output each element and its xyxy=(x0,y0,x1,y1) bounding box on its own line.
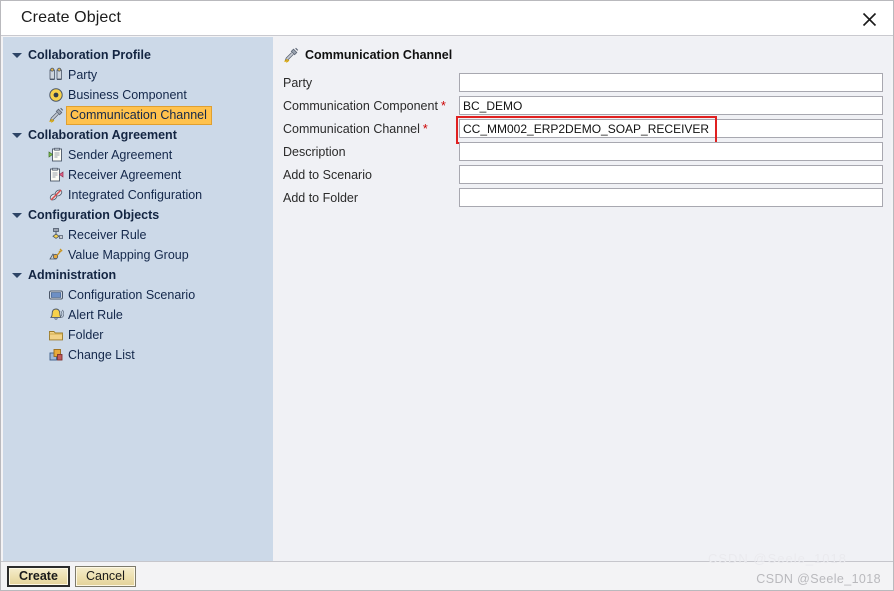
field-label-text: Communication Channel xyxy=(283,122,420,136)
create-object-dialog: Create Object Collaboration Profile Party… xyxy=(0,0,894,591)
form-row: Party xyxy=(279,73,891,96)
tree-item-label: Configuration Scenario xyxy=(68,288,196,302)
dialog-titlebar: Create Object xyxy=(1,1,893,36)
tree-item-party[interactable]: Party xyxy=(3,65,273,85)
field-input-communication-channel[interactable] xyxy=(459,119,883,138)
triangle-down-icon[interactable] xyxy=(11,269,24,282)
tree-item-label: Alert Rule xyxy=(68,308,123,322)
field-label: Party xyxy=(283,76,312,90)
field-label: Communication Component * xyxy=(283,99,446,113)
object-detail-form: Communication Channel Party Communication… xyxy=(279,37,891,563)
form-header: Communication Channel xyxy=(283,47,452,63)
tree-item-label: Sender Agreement xyxy=(68,148,173,162)
business-component-icon xyxy=(48,87,64,103)
field-label: Add to Scenario xyxy=(283,168,372,182)
field-label-text: Add to Scenario xyxy=(283,168,372,182)
triangle-down-icon[interactable] xyxy=(11,129,24,142)
field-input-add-to-folder[interactable] xyxy=(459,188,883,207)
field-input-communication-component[interactable] xyxy=(459,96,883,115)
required-marker: * xyxy=(422,122,428,136)
cancel-button[interactable]: Cancel xyxy=(75,566,136,587)
tree-group-collaboration-profile[interactable]: Collaboration Profile xyxy=(3,45,273,65)
tree-item-label: Communication Channel xyxy=(66,105,212,125)
tree-root: Collaboration Profile Party Business Compo… xyxy=(3,37,273,365)
form-row: Communication Channel * xyxy=(279,116,891,144)
field-label: Communication Channel * xyxy=(283,122,428,136)
close-icon[interactable] xyxy=(851,5,887,33)
tree-group-label: Collaboration Agreement xyxy=(28,128,177,142)
triangle-down-icon[interactable] xyxy=(11,49,24,62)
form-row: Communication Component * xyxy=(279,96,891,119)
field-label: Description xyxy=(283,145,346,159)
page-title: Create Object xyxy=(21,9,122,26)
tree-group-collaboration-agreement[interactable]: Collaboration Agreement xyxy=(3,125,273,145)
form-row: Add to Scenario xyxy=(279,165,891,188)
tree-item-label: Receiver Rule xyxy=(68,228,147,242)
communication-channel-icon xyxy=(283,47,299,63)
tree-item-business-component[interactable]: Business Component xyxy=(3,85,273,105)
tree-group-label: Collaboration Profile xyxy=(28,48,151,62)
field-label-text: Party xyxy=(283,76,313,90)
tree-group-label: Administration xyxy=(28,268,117,282)
tree-item-sender-agreement[interactable]: Sender Agreement xyxy=(3,145,273,165)
tree-item-configuration-scenario[interactable]: Configuration Scenario xyxy=(3,285,273,305)
tree-item-change-list[interactable]: Change List xyxy=(3,345,273,365)
field-input-add-to-scenario[interactable] xyxy=(459,165,883,184)
form-header-label: Communication Channel xyxy=(305,48,453,62)
tree-item-communication-channel[interactable]: Communication Channel xyxy=(3,105,273,125)
alert-rule-icon xyxy=(48,307,64,323)
tree-item-receiver-rule[interactable]: Receiver Rule xyxy=(3,225,273,245)
receiver-rule-icon xyxy=(48,227,64,243)
tree-item-label: Folder xyxy=(68,328,104,342)
folder-icon xyxy=(48,327,64,343)
tree-group-configuration-objects[interactable]: Configuration Objects xyxy=(3,205,273,225)
tree-item-label: Value Mapping Group xyxy=(68,248,189,262)
tree-item-label: Party xyxy=(68,68,98,82)
required-marker: * xyxy=(440,99,446,113)
tree-item-label: Receiver Agreement xyxy=(68,168,182,182)
create-button[interactable]: Create xyxy=(7,566,70,587)
field-label-text: Communication Component xyxy=(283,99,438,113)
tree-item-label: Business Component xyxy=(68,88,187,102)
integrated-configuration-icon xyxy=(48,187,64,203)
tree-group-administration[interactable]: Administration xyxy=(3,265,273,285)
change-list-icon xyxy=(48,347,64,363)
field-label: Add to Folder xyxy=(283,191,358,205)
receiver-agreement-icon xyxy=(48,167,64,183)
tree-group-label: Configuration Objects xyxy=(28,208,160,222)
configuration-scenario-icon xyxy=(48,287,64,303)
object-type-tree[interactable]: Collaboration Profile Party Business Compo… xyxy=(3,37,273,563)
form-field-list: PartyCommunication Component*Communicati… xyxy=(279,73,891,211)
dialog-footer: Create Cancel CSDN @Seele_1018 CSDN @See… xyxy=(1,551,893,590)
field-input-party[interactable] xyxy=(459,73,883,92)
field-input-description[interactable] xyxy=(459,142,883,161)
party-icon xyxy=(48,67,64,83)
watermark-faint: CSDN @Seele_1018 xyxy=(707,551,847,566)
sender-agreement-icon xyxy=(48,147,64,163)
communication-channel-icon xyxy=(48,107,64,123)
value-mapping-group-icon xyxy=(48,247,64,263)
form-row: Add to Folder xyxy=(279,188,891,211)
form-row: Description xyxy=(279,142,891,165)
watermark: CSDN @Seele_1018 xyxy=(756,572,881,586)
tree-item-folder[interactable]: Folder xyxy=(3,325,273,345)
field-label-text: Description xyxy=(283,145,346,159)
tree-item-value-mapping-group[interactable]: Value Mapping Group xyxy=(3,245,273,265)
tree-item-integrated-configuration[interactable]: Integrated Configuration xyxy=(3,185,273,205)
tree-item-label: Integrated Configuration xyxy=(68,188,203,202)
triangle-down-icon[interactable] xyxy=(11,209,24,222)
field-label-text: Add to Folder xyxy=(283,191,359,205)
tree-item-label: Change List xyxy=(68,348,135,362)
tree-item-alert-rule[interactable]: Alert Rule xyxy=(3,305,273,325)
tree-item-receiver-agreement[interactable]: Receiver Agreement xyxy=(3,165,273,185)
